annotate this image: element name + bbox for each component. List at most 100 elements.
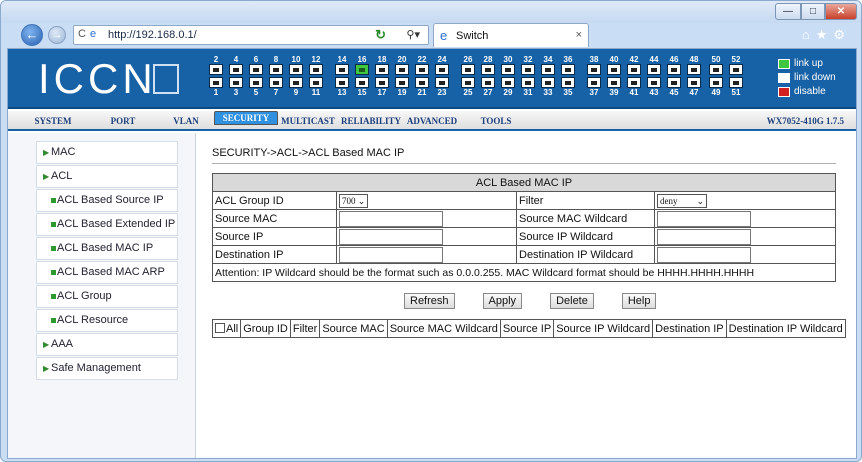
port-11-icon[interactable] xyxy=(309,77,323,88)
port-44-icon[interactable] xyxy=(647,64,661,75)
home-icon[interactable]: ⌂ xyxy=(802,27,816,42)
port-16-icon[interactable] xyxy=(355,64,369,75)
port-49-icon[interactable] xyxy=(709,77,723,88)
port-8-icon[interactable] xyxy=(269,64,283,75)
port-15-icon[interactable] xyxy=(355,77,369,88)
sidebar-item-mac[interactable]: ▶ MAC xyxy=(36,141,178,164)
menu-reliability[interactable]: RELIABILITY xyxy=(338,111,404,131)
port-9-icon[interactable] xyxy=(289,77,303,88)
port-28-icon[interactable] xyxy=(481,64,495,75)
link-down-icon xyxy=(778,72,790,83)
port-37-icon[interactable] xyxy=(587,77,601,88)
port-32-icon[interactable] xyxy=(521,64,535,75)
port-18-icon[interactable] xyxy=(375,64,389,75)
port-5-icon[interactable] xyxy=(249,77,263,88)
sidebar-item-acl[interactable]: ▶ ACL xyxy=(36,165,178,188)
port-33-icon[interactable] xyxy=(541,77,555,88)
sidebar-item-acl-group[interactable]: ACL Group xyxy=(36,285,178,308)
address-bar[interactable]: C e http://192.168.0.1/ ↻ ⚲▾ xyxy=(73,25,429,45)
port-47-icon[interactable] xyxy=(687,77,701,88)
menu-port[interactable]: PORT xyxy=(88,111,158,131)
source-ip-input[interactable] xyxy=(339,228,443,245)
port-42-icon[interactable] xyxy=(627,64,641,75)
forward-button[interactable]: → xyxy=(48,26,66,44)
port-number: 17 xyxy=(377,88,387,97)
sidebar-item-acl-resource[interactable]: ACL Resource xyxy=(36,309,178,332)
port-14-icon[interactable] xyxy=(335,64,349,75)
port-48-icon[interactable] xyxy=(687,64,701,75)
port-13-icon[interactable] xyxy=(335,77,349,88)
back-button[interactable]: ← xyxy=(21,24,43,46)
sidebar-item-acl-based-mac-ip[interactable]: ACL Based MAC IP xyxy=(36,237,178,260)
help-button[interactable]: Help xyxy=(621,293,657,309)
search-icon[interactable]: ⚲▾ xyxy=(406,28,420,41)
port-41-icon[interactable] xyxy=(627,77,641,88)
port-2-icon[interactable] xyxy=(209,64,223,75)
sidebar-item-aaa[interactable]: ▶ AAA xyxy=(36,333,178,356)
port-17-icon[interactable] xyxy=(375,77,389,88)
port-12-icon[interactable] xyxy=(309,64,323,75)
port-25-icon[interactable] xyxy=(461,77,475,88)
port-38-icon[interactable] xyxy=(587,64,601,75)
browser-tab[interactable]: e Switch × xyxy=(433,23,589,47)
port-22-icon[interactable] xyxy=(415,64,429,75)
port-36-icon[interactable] xyxy=(561,64,575,75)
acl-group-select[interactable]: 700 ⌄ xyxy=(339,193,369,208)
port-24-icon[interactable] xyxy=(435,64,449,75)
sidebar-item-acl-based-extended-ip[interactable]: ACL Based Extended IP xyxy=(36,213,178,236)
port-35-icon[interactable] xyxy=(561,77,575,88)
menu-advanced[interactable]: ADVANCED xyxy=(404,111,460,131)
filter-select[interactable]: deny ⌄ xyxy=(657,193,707,208)
menu-vlan[interactable]: VLAN xyxy=(158,111,214,131)
close-tab-icon[interactable]: × xyxy=(576,29,582,41)
port-31-icon[interactable] xyxy=(521,77,535,88)
port-34-icon[interactable] xyxy=(541,64,555,75)
menu-tools[interactable]: TOOLS xyxy=(464,111,528,131)
port-40-icon[interactable] xyxy=(607,64,621,75)
port-39-icon[interactable] xyxy=(607,77,621,88)
port-4-icon[interactable] xyxy=(229,64,243,75)
destination-ip-input[interactable] xyxy=(339,246,443,263)
port-23-icon[interactable] xyxy=(435,77,449,88)
port-7-icon[interactable] xyxy=(269,77,283,88)
favorites-star-icon[interactable]: ★ xyxy=(816,27,834,42)
port-45-icon[interactable] xyxy=(667,77,681,88)
select-all-checkbox[interactable] xyxy=(215,322,225,333)
port-46-icon[interactable] xyxy=(667,64,681,75)
col-all[interactable]: All xyxy=(211,319,242,338)
url-text[interactable]: http://192.168.0.1/ xyxy=(108,29,197,41)
source-mac-wildcard-input[interactable] xyxy=(657,210,751,227)
close-window-button[interactable]: ✕ xyxy=(825,3,857,20)
port-10-icon[interactable] xyxy=(289,64,303,75)
refresh-button[interactable]: Refresh xyxy=(404,293,455,309)
menu-security[interactable]: SECURITY xyxy=(214,111,278,125)
port-20-icon[interactable] xyxy=(395,64,409,75)
port-6-icon[interactable] xyxy=(249,64,263,75)
port-26-icon[interactable] xyxy=(461,64,475,75)
maximize-button[interactable]: □ xyxy=(801,3,825,20)
sidebar-item-safe-management[interactable]: ▶ Safe Management xyxy=(36,357,178,380)
port-1-icon[interactable] xyxy=(209,77,223,88)
destination-ip-wildcard-input[interactable] xyxy=(657,246,751,263)
port-3-icon[interactable] xyxy=(229,77,243,88)
source-ip-wildcard-input[interactable] xyxy=(657,228,751,245)
port-30-icon[interactable] xyxy=(501,64,515,75)
menu-system[interactable]: SYSTEM xyxy=(18,111,88,131)
sidebar-item-acl-based-source-ip[interactable]: ACL Based Source IP xyxy=(36,189,178,212)
port-52-icon[interactable] xyxy=(729,64,743,75)
menu-multicast[interactable]: MULTICAST xyxy=(278,111,338,131)
settings-gear-icon[interactable]: ⚙ xyxy=(833,27,851,42)
port-43-icon[interactable] xyxy=(647,77,661,88)
port-50-icon[interactable] xyxy=(709,64,723,75)
port-29-icon[interactable] xyxy=(501,77,515,88)
port-21-icon[interactable] xyxy=(415,77,429,88)
delete-button[interactable]: Delete xyxy=(550,293,594,309)
sidebar-item-acl-based-mac-arp[interactable]: ACL Based MAC ARP xyxy=(36,261,178,284)
port-27-icon[interactable] xyxy=(481,77,495,88)
source-mac-input[interactable] xyxy=(339,210,443,227)
apply-button[interactable]: Apply xyxy=(482,293,523,309)
port-19-icon[interactable] xyxy=(395,77,409,88)
minimize-button[interactable]: — xyxy=(775,3,801,20)
port-51-icon[interactable] xyxy=(729,77,743,88)
refresh-icon[interactable]: ↻ xyxy=(375,27,386,43)
